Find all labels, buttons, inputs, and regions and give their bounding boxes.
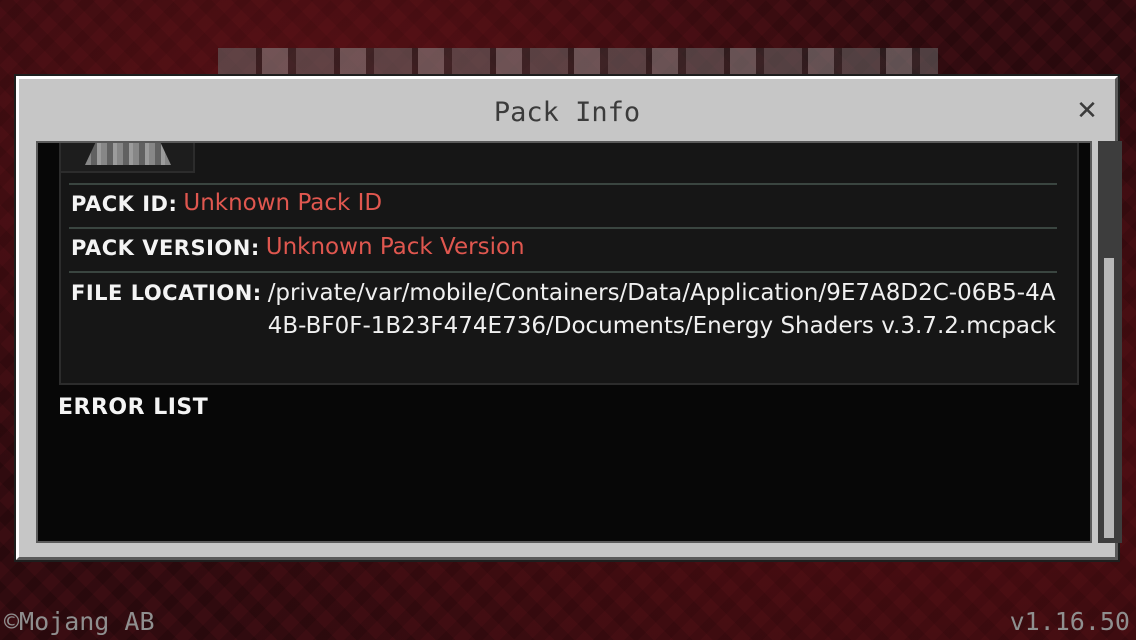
pack-version-row: PACK VERSION: Unknown Pack Version	[71, 232, 1067, 264]
pack-id-row: PACK ID: Unknown Pack ID	[71, 188, 1067, 220]
pack-details-box: PACK ID: Unknown Pack ID PACK VERSION: U…	[59, 143, 1079, 385]
pack-version-label: PACK VERSION:	[71, 236, 260, 260]
pack-thumbnail	[61, 143, 195, 173]
copyright-text: ©Mojang AB	[4, 607, 155, 636]
row-divider	[69, 271, 1057, 273]
file-location-row: FILE LOCATION: /private/var/mobile/Conta…	[71, 277, 1067, 343]
pack-info-panel: PACK ID: Unknown Pack ID PACK VERSION: U…	[36, 141, 1092, 543]
minecraft-logo	[218, 48, 938, 78]
row-divider	[69, 227, 1057, 229]
pack-thumbnail-image	[85, 143, 171, 165]
pack-info-dialog: Pack Info ✕ PACK ID: Unknown Pack ID PAC…	[16, 76, 1122, 560]
version-text: v1.16.50	[1009, 607, 1130, 636]
file-location-value: /private/var/mobile/Containers/Data/Appl…	[267, 280, 1056, 339]
pack-id-value: Unknown Pack ID	[183, 190, 383, 216]
pack-version-value: Unknown Pack Version	[265, 234, 525, 260]
scrollbar[interactable]	[1098, 141, 1122, 543]
file-location-label: FILE LOCATION:	[71, 281, 262, 305]
dialog-title: Pack Info	[493, 97, 641, 128]
close-icon[interactable]: ✕	[1073, 97, 1101, 125]
row-divider	[69, 183, 1057, 185]
pack-id-label: PACK ID:	[71, 192, 178, 216]
error-list-heading: ERROR LIST	[58, 395, 209, 420]
scrollbar-thumb[interactable]	[1104, 258, 1114, 538]
